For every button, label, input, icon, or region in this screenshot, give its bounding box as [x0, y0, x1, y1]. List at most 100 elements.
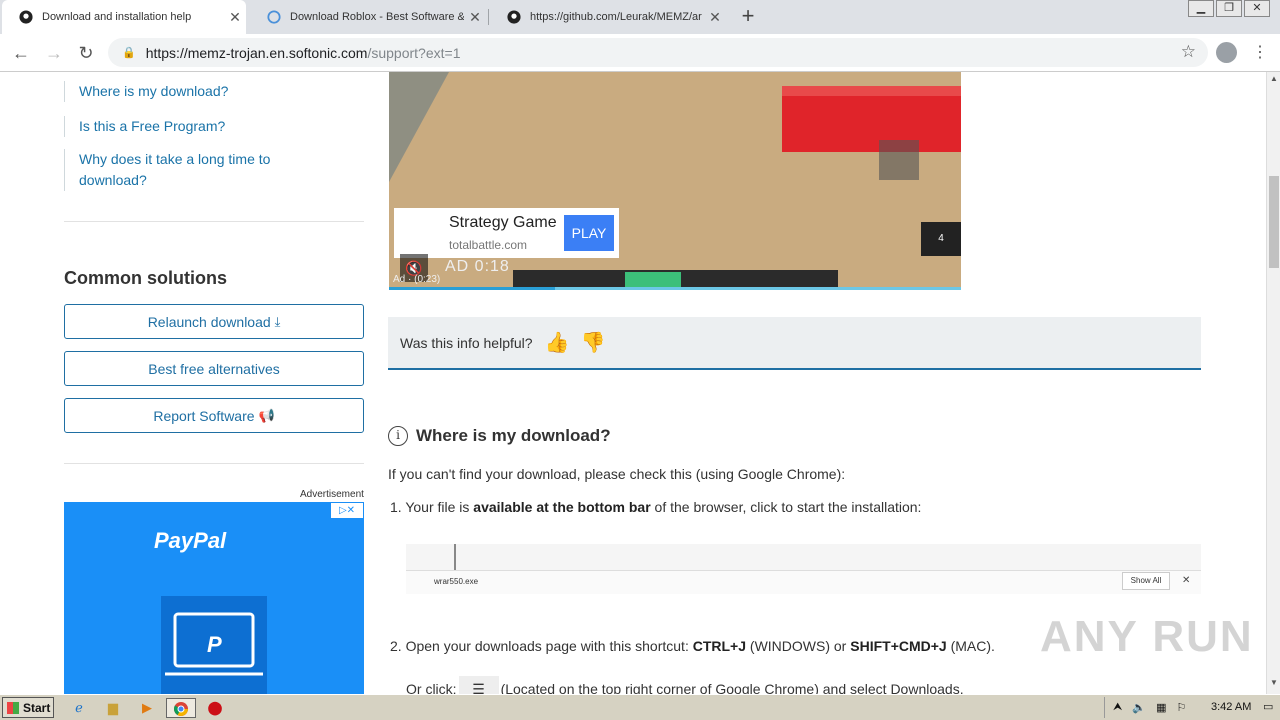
- scroll-thumb[interactable]: [1269, 176, 1279, 268]
- lock-icon: 🔒: [122, 47, 136, 59]
- section-title: i Where is my download?: [388, 426, 611, 446]
- step-2-text-end: (MAC).: [946, 638, 995, 654]
- or-click-line: Or click: ☰ (Located on the top right co…: [406, 676, 964, 694]
- clock: 3:42 AM: [1211, 701, 1252, 713]
- step-2-text: 2. Open your downloads page with this sh…: [390, 638, 693, 654]
- reload-icon[interactable]: ↻: [74, 41, 98, 65]
- window-controls: ▁ ❐ ✕: [1186, 0, 1270, 18]
- download-strip: [406, 570, 1201, 594]
- tab-close-icon[interactable]: ✕: [224, 9, 246, 26]
- scroll-down-icon[interactable]: ▼: [1270, 678, 1278, 687]
- restore-icon[interactable]: ❐: [1216, 0, 1242, 17]
- step-2: 2. Open your downloads page with this sh…: [390, 638, 995, 654]
- bookmark-star-icon[interactable]: ☆: [1181, 42, 1196, 62]
- chrome-menu-icon[interactable]: ⋮: [1252, 42, 1268, 62]
- github-icon: [506, 9, 522, 25]
- show-all-button: Show All: [1122, 572, 1170, 590]
- best-alternatives-button[interactable]: Best free alternatives: [64, 351, 364, 386]
- section-title-text: Where is my download?: [416, 426, 611, 445]
- opera-icon[interactable]: ⬤: [204, 698, 226, 718]
- or-click-text: Or click:: [406, 681, 457, 694]
- media-player-icon[interactable]: ▶: [136, 698, 158, 718]
- info-icon: i: [388, 426, 408, 446]
- back-icon[interactable]: ←: [9, 41, 33, 65]
- forward-icon[interactable]: →: [42, 41, 66, 65]
- anyrun-watermark: ANY RUN: [1040, 612, 1254, 661]
- explorer-folder-icon[interactable]: ▆: [102, 698, 124, 718]
- common-solutions-heading: Common solutions: [64, 268, 227, 288]
- step-1: 1. Your file is available at the bottom …: [390, 499, 921, 515]
- megaphone-icon: 📢: [258, 407, 275, 423]
- video-ad[interactable]: Strategy Game totalbattle.com PLAY 4 🔇 A…: [389, 72, 961, 290]
- tab-roblox[interactable]: Download Roblox - Best Software & ✕: [250, 0, 486, 34]
- windows-taskbar: Start ℯ ▆ ▶ ⬤ ⮝ 🔈 ▦ ⚐ 3:42 AM ▭: [0, 694, 1280, 720]
- thumbs-up-icon[interactable]: 👍: [545, 330, 570, 355]
- tray-expand-icon[interactable]: ⮝: [1113, 701, 1122, 714]
- advertisement-label: Advertisement: [300, 489, 364, 500]
- start-button[interactable]: Start: [2, 697, 54, 718]
- browser-toolbar: ← → ↻ 🔒 https://memz-trojan.en.softonic.…: [0, 34, 1280, 72]
- ad-progress-bar: [389, 287, 961, 290]
- ad-play-button[interactable]: PLAY: [564, 215, 614, 251]
- or-click-text-end: (Located on the top right corner of Goog…: [500, 681, 964, 694]
- report-software-button[interactable]: Report Software 📢: [64, 398, 364, 433]
- address-bar[interactable]: 🔒 https://memz-trojan.en.softonic.com/su…: [108, 38, 1208, 67]
- svg-text:P: P: [207, 632, 222, 657]
- softonic-icon: [266, 9, 282, 25]
- step-1-text-end: of the browser, click to start the insta…: [650, 499, 922, 515]
- close-window-icon[interactable]: ✕: [1244, 0, 1270, 17]
- tab-title: https://github.com/Leurak/MEMZ/ar: [530, 11, 702, 23]
- close-icon: ✕: [1182, 575, 1191, 586]
- scroll-up-icon[interactable]: ▲: [1270, 74, 1278, 83]
- ad-card[interactable]: Strategy Game totalbattle.com PLAY: [394, 208, 619, 258]
- sidebar-divider: [64, 221, 364, 222]
- windows-logo-icon: [7, 701, 19, 714]
- new-tab-button[interactable]: +: [736, 4, 760, 28]
- ad-counter: 4: [921, 222, 961, 256]
- step-2-text-mid: (WINDOWS) or: [746, 638, 851, 654]
- system-tray: ⮝ 🔈 ▦ ⚐ 3:42 AM ▭: [1104, 697, 1278, 718]
- step-2-key-windows: CTRL+J: [692, 638, 747, 654]
- chrome-icon[interactable]: [166, 698, 196, 718]
- paypal-ad[interactable]: ▷✕ PayPal P: [64, 502, 364, 694]
- url-path: /support?ext=1: [367, 44, 461, 61]
- faq-link-free-program[interactable]: Is this a Free Program?: [64, 116, 225, 137]
- tab-close-icon[interactable]: ✕: [464, 9, 486, 26]
- arrow-down-icon: [454, 544, 456, 570]
- download-icon: ⤓: [274, 313, 281, 329]
- faq-link-long-time[interactable]: Why does it take a long time to download…: [64, 149, 294, 191]
- laptop-icon: P: [161, 596, 267, 694]
- tab-title: Download Roblox - Best Software &: [290, 11, 464, 23]
- page-content: Where is my download? Is this a Free Pro…: [0, 72, 1266, 694]
- relaunch-download-button[interactable]: Relaunch download ⤓: [64, 304, 364, 339]
- adchoices-icon[interactable]: ▷✕: [331, 503, 363, 518]
- ad-source: totalbattle.com: [449, 238, 528, 252]
- tab-github-memz[interactable]: https://github.com/Leurak/MEMZ/ar ✕: [490, 0, 726, 34]
- helpful-question: Was this info helpful?: [400, 334, 533, 351]
- alternatives-label: Best free alternatives: [148, 360, 280, 377]
- ie-icon[interactable]: ℯ: [68, 698, 90, 718]
- ad-progress-fill: [389, 287, 555, 290]
- start-label: Start: [23, 700, 51, 715]
- sidebar-divider: [64, 463, 364, 464]
- helpful-feedback-bar: Was this info helpful? 👍 👎: [388, 317, 1201, 370]
- ad-subtimer: Ad · (0:23): [393, 274, 441, 285]
- profile-avatar-icon[interactable]: [1216, 42, 1237, 63]
- network-icon[interactable]: ▦: [1156, 701, 1166, 714]
- tab-close-icon[interactable]: ✕: [704, 9, 726, 26]
- hamburger-menu-icon: ☰: [458, 676, 499, 694]
- action-center-flag-icon[interactable]: ⚐: [1176, 701, 1186, 714]
- tab-download-help[interactable]: Download and installation help ✕: [2, 0, 246, 34]
- thumbs-down-icon[interactable]: 👎: [581, 330, 606, 355]
- tab-strip: Download and installation help ✕ Downloa…: [0, 0, 1280, 34]
- tab-separator: [488, 9, 489, 25]
- show-desktop-icon[interactable]: ▭: [1263, 700, 1273, 713]
- page-scrollbar[interactable]: ▲ ▼: [1266, 72, 1280, 694]
- step-1-bold: available at the bottom bar: [473, 499, 651, 515]
- download-bar-illustration: wrar550.exe Show All ✕: [406, 544, 1201, 594]
- faq-link-where-download[interactable]: Where is my download?: [64, 81, 228, 102]
- volume-icon[interactable]: 🔈: [1132, 701, 1146, 714]
- minimize-icon[interactable]: ▁: [1188, 0, 1214, 17]
- download-file-name: wrar550.exe: [434, 577, 479, 586]
- github-icon: [18, 9, 34, 25]
